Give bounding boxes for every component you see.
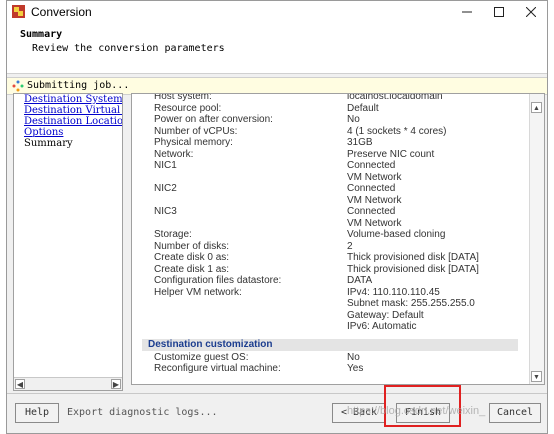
summary-value: VM Network: [347, 194, 402, 206]
summary-value: 2: [347, 240, 353, 252]
watermark: https://blog.csdn.net/weixin_: [347, 405, 486, 417]
help-button[interactable]: Help: [15, 403, 59, 423]
maximize-button[interactable]: [483, 1, 515, 23]
nav-item-summary: Summary: [24, 138, 73, 149]
spinner-icon: [12, 80, 24, 92]
summary-key: Host system:: [154, 94, 212, 102]
summary-row: Resource pool: Default: [142, 103, 518, 114]
summary-row: IPv6: Automatic: [142, 321, 518, 332]
summary-value: Volume-based cloning: [347, 229, 446, 240]
summary-row: VM Network: [142, 195, 518, 206]
summary-key: Create disk 1 as:: [154, 263, 230, 275]
summary-value: VM Network: [347, 171, 402, 183]
summary-value: Thick provisioned disk [DATA]: [347, 252, 479, 263]
summary-row: Network: Preserve NIC count: [142, 149, 518, 160]
nav-item-options[interactable]: Options: [14, 127, 122, 138]
page-title: Summary: [20, 29, 63, 40]
summary-list: Host system: localhost.localdomain Resourc…: [142, 94, 518, 384]
summary-row: Number of vCPUs: 4 (1 sockets * 4 cores): [142, 126, 518, 137]
summary-row: Customize guest OS: No: [142, 352, 518, 363]
summary-value: No: [347, 351, 360, 363]
summary-value: Default: [347, 102, 379, 114]
minimize-button[interactable]: [451, 1, 483, 23]
summary-key: Number of disks:: [154, 240, 230, 252]
wizard-nav: Destination System Destination Virtual M…: [13, 93, 123, 391]
summary-value: 4 (1 sockets * 4 cores): [347, 125, 447, 137]
title-bar: Conversion: [7, 1, 547, 23]
page-header: Summary Review the conversion parameters: [7, 23, 547, 74]
summary-value: Connected: [347, 183, 396, 194]
scroll-left-icon[interactable]: ◀: [15, 379, 25, 389]
summary-key: NIC3: [154, 206, 177, 217]
summary-vertical-scrollbar[interactable]: ▲ ▼: [529, 94, 544, 384]
summary-row: Number of disks: 2: [142, 241, 518, 252]
summary-row: Create disk 1 as: Thick provisioned disk …: [142, 264, 518, 275]
summary-key: Resource pool:: [154, 102, 222, 114]
summary-panel: Host system: localhost.localdomain Resourc…: [131, 93, 545, 385]
summary-key: NIC1: [154, 160, 177, 171]
summary-key: Network:: [154, 148, 194, 160]
summary-row: Create disk 0 as: Thick provisioned disk …: [142, 252, 518, 263]
window-title: Conversion: [31, 5, 92, 19]
summary-row: Power on after conversion: No: [142, 114, 518, 125]
page-subtitle: Review the conversion parameters: [32, 43, 225, 54]
summary-value: No: [347, 114, 360, 125]
nav-item-destination-location[interactable]: Destination Location: [14, 116, 122, 127]
summary-row: Storage: Volume-based cloning: [142, 229, 518, 240]
close-button[interactable]: [515, 1, 547, 23]
summary-row: NIC2 Connected: [142, 183, 518, 194]
summary-value: 31GB: [347, 137, 373, 148]
summary-value: VM Network: [347, 217, 402, 229]
close-icon: [526, 7, 536, 17]
cancel-button[interactable]: Cancel: [489, 403, 541, 423]
export-diagnostic-logs-link[interactable]: Export diagnostic logs...: [67, 407, 218, 418]
summary-value: Connected: [347, 160, 396, 171]
status-text: Submitting job...: [27, 80, 130, 91]
summary-row: Gateway: Default: [142, 310, 518, 321]
scroll-up-icon[interactable]: ▲: [531, 102, 542, 113]
summary-row: Reconfigure virtual machine: Yes: [142, 363, 518, 374]
summary-key: NIC2: [154, 183, 177, 194]
summary-row: Host system: localhost.localdomain: [142, 94, 518, 102]
summary-value: Gateway: Default: [347, 309, 424, 321]
maximize-icon: [494, 7, 504, 17]
nav-horizontal-scrollbar[interactable]: ◀ ▶: [14, 377, 122, 390]
scroll-down-icon[interactable]: ▼: [531, 371, 542, 382]
summary-row: NIC3 Connected: [142, 206, 518, 217]
nav-item-destination-virtual-machine[interactable]: Destination Virtual M: [14, 105, 122, 116]
summary-key: Create disk 0 as:: [154, 252, 230, 263]
summary-value: Connected: [347, 206, 396, 217]
scroll-right-icon[interactable]: ▶: [111, 379, 121, 389]
summary-value: DATA: [347, 275, 373, 286]
summary-value: Subnet mask: 255.255.255.0: [347, 298, 475, 309]
minimize-icon: [462, 11, 472, 13]
summary-value: IPv6: Automatic: [347, 321, 417, 332]
summary-value: IPv4: 110.110.110.45: [347, 286, 440, 298]
summary-row: NIC1 Connected: [142, 160, 518, 171]
nav-item-destination-system[interactable]: Destination System: [14, 94, 122, 105]
summary-row: Subnet mask: 255.255.255.0: [142, 298, 518, 309]
converter-app-icon: [12, 5, 25, 18]
section-heading-destination-customization: Destination customization: [142, 338, 518, 351]
summary-row: VM Network: [142, 172, 518, 183]
summary-key: Configuration files datastore:: [154, 275, 282, 286]
summary-value: Thick provisioned disk [DATA]: [347, 263, 479, 275]
summary-row: Configuration files datastore: DATA: [142, 275, 518, 286]
footer-divider: [7, 393, 547, 394]
summary-value: localhost.localdomain: [347, 94, 443, 102]
summary-row: VM Network: [142, 218, 518, 229]
summary-key: Reconfigure virtual machine:: [154, 363, 281, 374]
summary-key: Physical memory:: [154, 137, 233, 148]
summary-row: Physical memory: 31GB: [142, 137, 518, 148]
conversion-window: Conversion Summary Review the conversion…: [6, 0, 548, 434]
summary-key: Helper VM network:: [154, 286, 242, 298]
summary-key: Storage:: [154, 229, 192, 240]
summary-value: Yes: [347, 363, 364, 374]
summary-row: Helper VM network: IPv4: 110.110.110.45: [142, 287, 518, 298]
summary-key: Power on after conversion:: [154, 114, 273, 125]
summary-key: Number of vCPUs:: [154, 125, 238, 137]
summary-value: Preserve NIC count: [347, 148, 435, 160]
summary-key: Customize guest OS:: [154, 351, 249, 363]
